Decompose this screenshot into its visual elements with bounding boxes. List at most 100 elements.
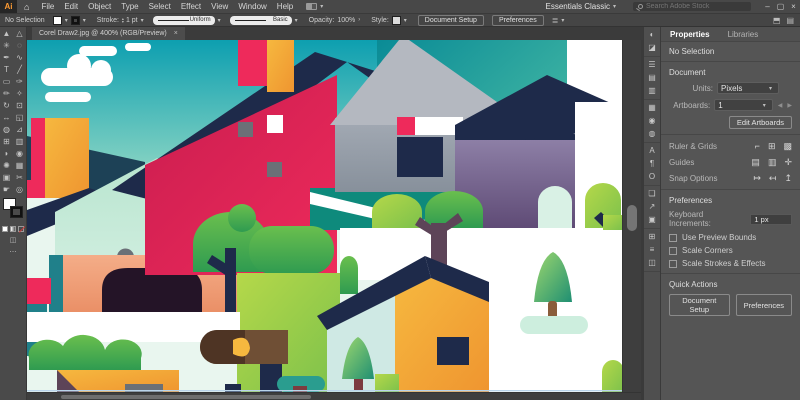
next-artboard-icon[interactable]: ▶	[787, 102, 792, 109]
tool-free-transform[interactable]: ◱	[13, 111, 26, 123]
gradient-panel-panel-icon[interactable]: ▥	[644, 86, 660, 96]
shape-properties-panel-icon[interactable]: ◐	[644, 30, 660, 40]
document-tab[interactable]: Corel Draw2.jpg @ 400% (RGB/Preview) ×	[32, 27, 185, 40]
guides-toggle-icon-2[interactable]: ▥	[768, 157, 777, 168]
symbols-panel-icon[interactable]: ◍	[644, 129, 660, 139]
menu-item-help[interactable]: Help	[272, 2, 298, 11]
maximize-button[interactable]: ▢	[774, 2, 787, 11]
align-options-icon[interactable]: ≣	[552, 16, 559, 25]
chevron-down-icon[interactable]: ▾	[138, 17, 147, 24]
menu-item-file[interactable]: File	[36, 2, 59, 11]
tool-hand[interactable]: ☛	[0, 183, 13, 195]
tool-shaper[interactable]: ✧	[13, 87, 26, 99]
tool-rotate[interactable]: ↻	[0, 99, 13, 111]
brush-select[interactable]: Basic	[230, 16, 292, 25]
character-panel-icon[interactable]: A	[644, 146, 660, 156]
workspace-switcher-icon[interactable]	[306, 3, 317, 10]
tool-perspective-grid[interactable]: ⊿	[13, 123, 26, 135]
tab-libraries[interactable]: Libraries	[719, 30, 768, 39]
artboards-select[interactable]: 1 ▾	[714, 99, 773, 111]
tool-slice[interactable]: ✂	[13, 171, 26, 183]
fill-swatch[interactable]	[53, 16, 62, 25]
layers-panel-icon[interactable]: ❏	[644, 189, 660, 199]
artboards-panel-panel-icon[interactable]: ▣	[644, 215, 660, 225]
menu-item-view[interactable]: View	[206, 2, 233, 11]
search-input[interactable]	[646, 3, 736, 10]
style-swatch[interactable]	[392, 16, 401, 25]
edit-artboards-button[interactable]: Edit Artboards	[729, 116, 792, 129]
tab-properties[interactable]: Properties	[661, 30, 719, 39]
minimize-button[interactable]: –	[761, 2, 774, 11]
color-mode-button[interactable]	[2, 226, 8, 232]
tool-width[interactable]: ↔	[0, 111, 13, 123]
tool-selection[interactable]: ▲	[0, 27, 13, 39]
canvas[interactable]	[27, 40, 622, 392]
transform-panel-icon[interactable]: ⊞	[644, 232, 660, 242]
tool-eyedropper[interactable]: ◗	[0, 147, 13, 159]
ruler-grid-toggle-icon-1[interactable]: ⌐	[755, 141, 760, 152]
tool-rectangle[interactable]: ▭	[0, 75, 13, 87]
align-panel-icon[interactable]: ≡	[644, 245, 660, 255]
tool-magic-wand[interactable]: ✳	[0, 39, 13, 51]
document-layout-icon[interactable]: ▤	[786, 16, 794, 25]
export-panel-icon[interactable]: ↗	[644, 202, 660, 212]
menu-item-window[interactable]: Window	[233, 2, 271, 11]
snap-toggle-icon-2[interactable]: ↤	[769, 173, 777, 184]
menu-item-effect[interactable]: Effect	[176, 2, 206, 11]
tool-paintbrush[interactable]: ✑	[13, 75, 26, 87]
tool-blend[interactable]: ◉	[13, 147, 26, 159]
menu-item-object[interactable]: Object	[83, 2, 116, 11]
snap-toggle-icon-3[interactable]: ↥	[784, 173, 792, 184]
vertical-scrollbar[interactable]	[622, 40, 641, 392]
stroke-color-swatch[interactable]	[10, 206, 23, 218]
chevron-down-icon[interactable]: ▾	[292, 17, 301, 24]
pathfinder-panel-icon[interactable]: ◫	[644, 258, 660, 268]
prev-artboard-icon[interactable]: ◀	[778, 102, 783, 109]
chevron-down-icon[interactable]: ▾	[317, 3, 326, 10]
stroke-swatch[interactable]	[71, 16, 80, 25]
edit-toolbar-button[interactable]: ⋯	[0, 248, 26, 256]
vertical-scrollbar-thumb[interactable]	[627, 205, 637, 231]
none-mode-button[interactable]	[18, 226, 24, 232]
stroke-stepper[interactable]: ▴▾	[122, 17, 124, 23]
tool-column-graph[interactable]: ▦	[13, 159, 26, 171]
snap-toggle-icon-1[interactable]: ↦	[753, 173, 761, 184]
document-info-panel-icon[interactable]: ◪	[644, 43, 660, 53]
guides-toggle-icon-1[interactable]: ▤	[751, 157, 760, 168]
chevron-down-icon[interactable]: ▾	[215, 17, 224, 24]
tool-curvature[interactable]: ∿	[13, 51, 26, 63]
tool-symbol-sprayer[interactable]: ✺	[0, 159, 13, 171]
adjustments-panel-icon[interactable]: ☰	[644, 60, 660, 70]
tool-artboard[interactable]: ▣	[0, 171, 13, 183]
ruler-grid-toggle-icon-2[interactable]: ⊞	[768, 141, 776, 152]
gradient-mode-button[interactable]	[10, 226, 16, 232]
workspace-label[interactable]: Essentials Classic	[546, 2, 610, 11]
menu-item-type[interactable]: Type	[116, 2, 143, 11]
app-logo[interactable]: Ai	[0, 0, 17, 13]
menu-item-select[interactable]: Select	[144, 2, 176, 11]
chevron-down-icon[interactable]: ▾	[62, 17, 71, 24]
swatches-panel-icon[interactable]: ▦	[644, 103, 660, 113]
close-icon[interactable]: ×	[174, 30, 178, 37]
tool-mesh[interactable]: ⊞	[0, 135, 13, 147]
preferences-button[interactable]: Preferences	[492, 15, 544, 26]
opacity-flyout-icon[interactable]: ›	[355, 17, 363, 23]
brushes-panel-icon[interactable]: ◉	[644, 116, 660, 126]
tool-lasso[interactable]: ◌	[13, 39, 26, 51]
checkbox-scale-strokes-effects[interactable]	[669, 260, 677, 268]
chevron-down-icon[interactable]: ▾	[401, 17, 410, 24]
checkbox-use-preview-bounds[interactable]	[669, 234, 677, 242]
arrange-icon[interactable]: ⬒	[773, 16, 781, 25]
paragraph-panel-icon[interactable]: ¶	[644, 159, 660, 169]
color-panel-icon[interactable]: ▤	[644, 73, 660, 83]
drawing-modes-button[interactable]: ◫	[0, 236, 26, 244]
document-setup-button[interactable]: Document Setup	[418, 15, 484, 26]
opacity-value[interactable]: 100%	[337, 17, 355, 24]
tool-zoom[interactable]: ◎	[13, 183, 26, 195]
tool-type[interactable]: T	[0, 63, 13, 75]
menu-item-edit[interactable]: Edit	[59, 2, 83, 11]
tool-gradient[interactable]: ▥	[13, 135, 26, 147]
tool-line-segment[interactable]: ╱	[13, 63, 26, 75]
chevron-down-icon[interactable]: ▾	[610, 3, 619, 10]
opentype-panel-icon[interactable]: O	[644, 172, 660, 182]
